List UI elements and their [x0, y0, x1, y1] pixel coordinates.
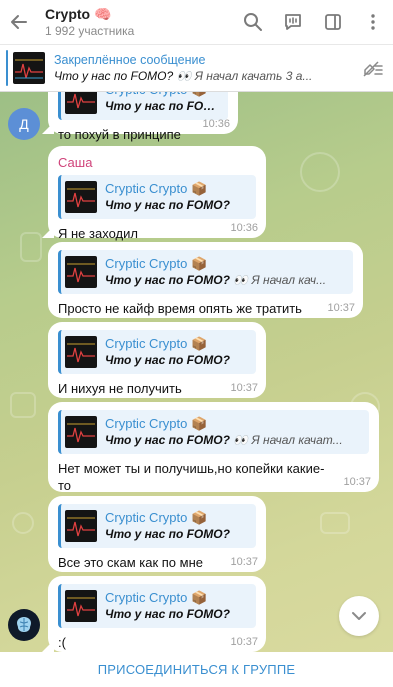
message-text: :(	[58, 635, 66, 650]
reply-thumbnail	[65, 92, 97, 114]
reply-thumbnail	[65, 181, 97, 213]
more-button[interactable]	[353, 0, 393, 44]
avatar[interactable]	[8, 609, 40, 641]
pinned-list-button[interactable]	[353, 44, 393, 92]
reply-thumbnail	[65, 336, 97, 368]
reply-text: Что у нас по FOMO?	[105, 353, 230, 367]
sidebar-toggle-button[interactable]	[313, 0, 353, 44]
message-time: 10:37	[230, 556, 258, 568]
message-bubble[interactable]: Cryptic Crypto 📦 Что у нас по FOMO? Все …	[48, 496, 266, 572]
background-doodle	[12, 512, 34, 534]
reply-text: Что у нас по FOMO?	[105, 198, 230, 212]
reply-text: Что у нас по FOMO?	[105, 99, 222, 113]
message-time: 10:37	[230, 636, 258, 648]
reply-quote[interactable]: Cryptic Crypto 📦 Что у нас по FOMO?	[58, 584, 256, 628]
message-text: Просто не кайф время опять же тратить	[58, 301, 302, 316]
pinned-thumbnail	[13, 52, 45, 84]
background-doodle	[300, 152, 340, 192]
reply-quote[interactable]: Cryptic Crypto 📦 Что у нас по FOMO? 👀 Я …	[58, 410, 369, 454]
message-bubble[interactable]: Саша Cryptic Crypto 📦 Что у нас по FOMO?…	[48, 146, 266, 241]
voice-chat-button[interactable]	[273, 0, 313, 44]
message-bubble[interactable]: Cryptic Crypto 📦 Что у нас по FOMO? И ни…	[48, 322, 266, 398]
reply-text: Что у нас по FOMO?	[105, 607, 230, 621]
brain-avatar-icon	[17, 617, 31, 632]
background-doodle	[320, 512, 350, 534]
reply-quote[interactable]: Cryptic Crypto 📦 Что у нас по FOMO?	[58, 330, 256, 374]
reply-author: Cryptic Crypto 📦	[105, 510, 208, 525]
chat-header: Crypto 🧠 1 992 участника	[0, 0, 393, 44]
reply-author: Cryptic Crypto 📦	[105, 336, 208, 351]
reply-author: Cryptic Crypto 📦	[105, 256, 208, 271]
message-bubble[interactable]: Cryptic Crypto 📦 Что у нас по FOMO? 👀 Я …	[48, 242, 363, 318]
unpin-list-icon	[363, 61, 383, 77]
reply-thumbnail	[65, 256, 97, 288]
reply-quote[interactable]: Cryptic Crypto 📦 Что у нас по FOMO? 👀 Я …	[58, 250, 353, 294]
chat-title: Crypto 🧠	[45, 6, 112, 22]
pinned-preview: Что у нас по FOMO? 👀 Я начал качать 3 а.…	[54, 69, 313, 83]
message-time: 10:37	[327, 302, 355, 314]
search-icon	[244, 13, 262, 31]
pinned-indicator	[6, 50, 8, 86]
pinned-title: Закреплённое сообщение	[54, 53, 206, 67]
join-group-button[interactable]: ПРИСОЕДИНИТЬСЯ К ГРУППЕ	[0, 652, 393, 687]
message-time: 10:36	[202, 118, 230, 130]
voice-chat-icon	[285, 14, 301, 30]
reply-thumbnail	[65, 416, 97, 448]
message-text: Я не заходил	[58, 226, 138, 241]
more-icon	[371, 14, 375, 30]
message-bubble[interactable]: Cryptic Crypto 📦 Что у нас по FOMO? :( 1…	[48, 576, 266, 652]
message-text: Все это скам как по мне	[58, 555, 203, 570]
reply-thumbnail	[65, 590, 97, 622]
message-list[interactable]: Cryptic Crypto 📦 Что у нас по FOMO? то п…	[0, 92, 393, 652]
reply-author: Cryptic Crypto 📦	[105, 590, 208, 605]
reply-author: Cryptic Crypto 📦	[105, 181, 208, 196]
reply-quote[interactable]: Cryptic Crypto 📦 Что у нас по FOMO?	[58, 175, 256, 219]
avatar[interactable]: Д	[8, 108, 40, 140]
pinned-message-bar[interactable]: Закреплённое сообщение Что у нас по FOMO…	[0, 44, 393, 92]
message-bubble[interactable]: Cryptic Crypto 📦 Что у нас по FOMO? 👀 Я …	[48, 402, 379, 493]
reply-text: Что у нас по FOMO?	[105, 527, 230, 541]
reply-thumbnail	[65, 510, 97, 542]
message-text: Нет может ты и получишь,но копейки какие…	[58, 461, 325, 493]
message-time: 10:37	[230, 382, 258, 394]
scroll-down-button[interactable]	[339, 596, 379, 636]
reply-author: Cryptic Crypto 📦	[105, 416, 208, 431]
message-time: 10:37	[343, 476, 371, 488]
message-time: 10:36	[230, 222, 258, 234]
back-button[interactable]	[0, 0, 38, 44]
reply-text: Что у нас по FOMO? 👀 Я начал кач...	[105, 273, 327, 287]
reply-quote[interactable]: Cryptic Crypto 📦 Что у нас по FOMO?	[58, 504, 256, 548]
reply-quote[interactable]: Cryptic Crypto 📦 Что у нас по FOMO?	[58, 92, 228, 120]
message-text: И нихуя не получить	[58, 381, 182, 396]
chat-title-area[interactable]: Crypto 🧠 1 992 участника	[38, 5, 233, 39]
chevron-down-icon	[352, 612, 366, 620]
search-button[interactable]	[233, 0, 273, 44]
background-doodle	[20, 232, 42, 262]
background-doodle	[10, 392, 36, 418]
sender-name[interactable]: Саша	[58, 154, 256, 171]
message-bubble[interactable]: Cryptic Crypto 📦 Что у нас по FOMO? то п…	[48, 92, 238, 142]
sidebar-icon	[325, 14, 341, 30]
back-arrow-icon	[11, 15, 27, 29]
member-count: 1 992 участника	[45, 24, 135, 38]
reply-text: Что у нас по FOMO? 👀 Я начал качат...	[105, 433, 343, 447]
